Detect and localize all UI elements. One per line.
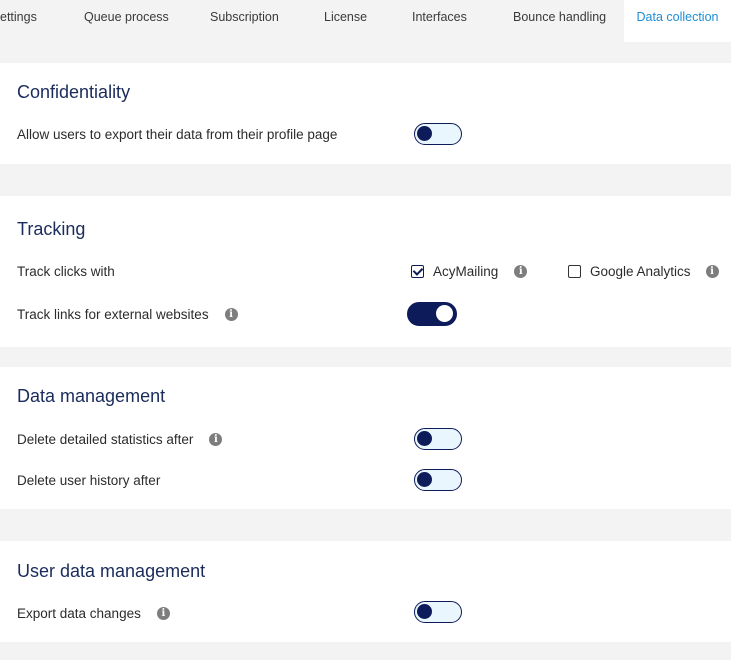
tab-bounce-handling[interactable]: Bounce handling xyxy=(513,0,606,42)
toggle-knob xyxy=(436,305,453,322)
tracking-title: Tracking xyxy=(17,219,86,239)
acymailing-label: AcyMailing xyxy=(433,264,499,279)
user-data-management-card: User data management Export data changes… xyxy=(0,541,731,642)
info-icon[interactable]: i xyxy=(705,265,719,278)
export-changes-text: Export data changes xyxy=(17,606,141,621)
delete-stats-text: Delete detailed statistics after xyxy=(17,432,194,447)
delete-history-text: Delete user history after xyxy=(17,473,161,488)
delete-history-toggle[interactable] xyxy=(414,469,462,491)
settings-tab-bar: ettings Queue process Subscription Licen… xyxy=(0,0,731,42)
google-analytics-option: Google Analytics i xyxy=(568,264,719,279)
tab-settings[interactable]: ettings xyxy=(0,0,37,42)
tab-interfaces[interactable]: Interfaces xyxy=(412,0,467,42)
toggle-knob xyxy=(417,431,432,446)
delete-history-label: Delete user history after xyxy=(17,473,160,488)
toggle-knob xyxy=(417,604,432,619)
tab-queue-process[interactable]: Queue process xyxy=(84,0,169,42)
acymailing-checkbox[interactable] xyxy=(411,265,424,278)
tracking-card: Tracking Track clicks with AcyMailing i … xyxy=(0,196,731,347)
info-icon[interactable]: i xyxy=(514,265,528,278)
info-icon[interactable]: i xyxy=(224,308,238,321)
export-changes-toggle[interactable] xyxy=(414,601,462,623)
track-clicks-text: Track clicks with xyxy=(17,264,115,279)
delete-stats-toggle[interactable] xyxy=(414,428,462,450)
confidentiality-title: Confidentiality xyxy=(17,82,131,102)
export-changes-label: Export data changes i xyxy=(17,606,170,621)
track-external-text: Track links for external websites xyxy=(17,307,209,322)
google-analytics-label: Google Analytics xyxy=(590,264,691,279)
track-clicks-label: Track clicks with xyxy=(17,264,115,279)
confidentiality-card: Confidentiality Allow users to export th… xyxy=(0,63,731,164)
tab-data-collection[interactable]: Data collection xyxy=(624,0,731,42)
track-external-label: Track links for external websites i xyxy=(17,307,238,322)
toggle-knob xyxy=(417,126,432,141)
data-management-card: Data management Delete detailed statisti… xyxy=(0,367,731,509)
tab-subscription[interactable]: Subscription xyxy=(210,0,279,42)
export-profile-data-toggle[interactable] xyxy=(414,123,462,145)
data-management-title: Data management xyxy=(17,386,166,406)
track-external-toggle[interactable] xyxy=(407,302,457,326)
export-profile-data-label: Allow users to export their data from th… xyxy=(17,127,337,142)
user-data-management-title: User data management xyxy=(17,561,206,581)
delete-stats-label: Delete detailed statistics after i xyxy=(17,432,223,447)
info-icon[interactable]: i xyxy=(156,607,170,620)
export-profile-data-text: Allow users to export their data from th… xyxy=(17,127,338,142)
toggle-knob xyxy=(417,472,432,487)
google-analytics-checkbox[interactable] xyxy=(568,265,581,278)
acymailing-option: AcyMailing i xyxy=(411,264,528,279)
info-icon[interactable]: i xyxy=(209,433,223,446)
tab-license[interactable]: License xyxy=(324,0,367,42)
